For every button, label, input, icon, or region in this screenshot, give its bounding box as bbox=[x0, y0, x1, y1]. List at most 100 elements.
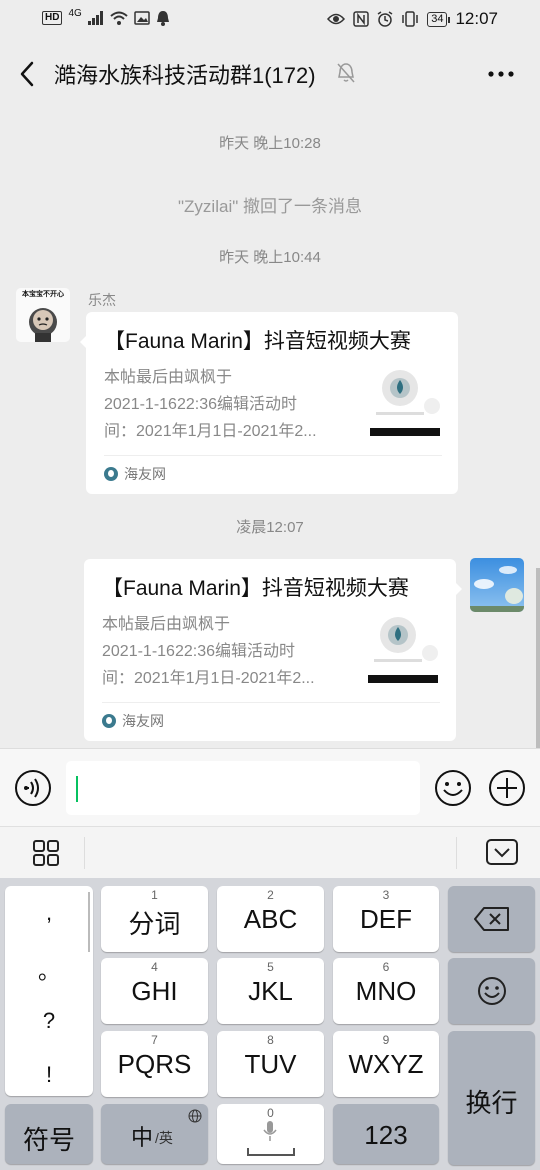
card-desc-line: 本帖最后由飒枫于 bbox=[102, 616, 231, 633]
key-label: GHI bbox=[131, 976, 178, 1006]
card-desc-line: 间：2021年1月1日-2021年2... bbox=[102, 670, 315, 687]
status-bar: HD 4G 34 12:07 bbox=[0, 0, 540, 40]
space-bar-indicator bbox=[247, 1148, 295, 1156]
backspace-key[interactable] bbox=[448, 886, 535, 952]
ime-menu-grid-icon[interactable] bbox=[32, 839, 60, 867]
punctuation-list[interactable]: , 。 ? ! bbox=[5, 886, 93, 1096]
network-label: 4G bbox=[68, 7, 82, 19]
language-switch-key[interactable]: 中 /英 bbox=[101, 1104, 208, 1164]
text-caret bbox=[76, 776, 78, 802]
punct-key[interactable]: ? bbox=[5, 1008, 93, 1034]
key-3[interactable]: 3 DEF bbox=[333, 886, 439, 952]
card-thumbnail-image bbox=[370, 364, 440, 436]
key-number: 1 bbox=[151, 888, 158, 902]
key-1[interactable]: 1 分词 bbox=[101, 886, 208, 952]
key-8[interactable]: 8 TUV bbox=[217, 1031, 324, 1097]
space-key[interactable]: 0 bbox=[217, 1104, 324, 1164]
card-title: 【Fauna Marin】抖音短视频大赛 bbox=[104, 330, 411, 353]
card-source: 海友网 bbox=[102, 702, 440, 731]
card-source-name: 海友网 bbox=[122, 713, 164, 729]
ime-toolbar bbox=[0, 826, 540, 878]
symbol-key[interactable]: 符号 bbox=[5, 1104, 93, 1164]
key-label: WXYZ bbox=[348, 1049, 424, 1079]
enter-key[interactable]: 换行 bbox=[448, 1031, 535, 1165]
voice-input-icon[interactable] bbox=[14, 769, 52, 807]
input-bar bbox=[0, 748, 540, 826]
card-source-name: 海友网 bbox=[124, 466, 166, 482]
punct-key[interactable]: , bbox=[5, 900, 93, 926]
key-4[interactable]: 4 GHI bbox=[101, 958, 208, 1024]
status-time: 12:07 bbox=[455, 9, 498, 28]
status-left: HD 4G bbox=[42, 7, 170, 26]
more-options-icon[interactable] bbox=[486, 62, 516, 86]
divider bbox=[84, 837, 85, 869]
emoji-key[interactable] bbox=[448, 958, 535, 1024]
back-icon[interactable] bbox=[16, 58, 40, 90]
globe-icon bbox=[188, 1109, 202, 1123]
key-number: 0 bbox=[267, 1106, 274, 1120]
link-card[interactable]: 【Fauna Marin】抖音短视频大赛 本帖最后由飒枫于 2021-1-162… bbox=[84, 559, 462, 741]
avatar-caption: 本宝宝不开心 bbox=[22, 291, 64, 298]
alarm-icon bbox=[377, 11, 393, 27]
key-9[interactable]: 9 WXYZ bbox=[333, 1031, 439, 1097]
lang-main: 中 bbox=[131, 1125, 154, 1150]
card-source: 海友网 bbox=[104, 455, 442, 484]
avatar[interactable]: 本宝宝不开心 bbox=[16, 288, 70, 342]
key-number: 5 bbox=[267, 960, 274, 974]
key-number: 3 bbox=[382, 888, 390, 902]
timestamp: 凌晨12:07 bbox=[236, 519, 304, 536]
key-number: 6 bbox=[382, 960, 390, 974]
key-number: 8 bbox=[267, 1033, 274, 1047]
vibrate-icon bbox=[402, 11, 418, 27]
image-icon bbox=[134, 11, 150, 25]
eye-icon bbox=[327, 13, 346, 25]
smiley-icon bbox=[478, 977, 506, 1005]
status-right: 34 12:07 bbox=[327, 9, 498, 29]
card-description: 本帖最后由飒枫于 2021-1-1622:36编辑活动时 间：2021年1月1日… bbox=[104, 364, 356, 445]
haiyou-logo-icon bbox=[102, 714, 116, 728]
backspace-icon bbox=[474, 907, 509, 931]
link-card[interactable]: 【Fauna Marin】抖音短视频大赛 本帖最后由飒枫于 2021-1-162… bbox=[80, 312, 458, 494]
key-number: 7 bbox=[151, 1033, 158, 1047]
card-title: 【Fauna Marin】抖音短视频大赛 bbox=[102, 577, 409, 600]
key-label: 符号 bbox=[22, 1125, 75, 1155]
key-label: DEF bbox=[360, 904, 412, 934]
notification-bell-icon bbox=[156, 11, 169, 26]
emoji-icon[interactable] bbox=[434, 769, 472, 807]
key-label: 分词 bbox=[128, 909, 181, 939]
punct-key[interactable]: ! bbox=[5, 1062, 93, 1088]
microphone-icon bbox=[263, 1121, 277, 1141]
chat-area[interactable]: 昨天 晚上10:28 "Zyzilai" 撤回了一条消息 昨天 晚上10:44 … bbox=[0, 108, 540, 748]
chat-scrollbar[interactable] bbox=[536, 568, 540, 748]
message-input[interactable] bbox=[66, 761, 420, 815]
battery-indicator: 34 bbox=[427, 11, 451, 27]
recall-notice: "Zyzilai" 撤回了一条消息 bbox=[178, 197, 362, 216]
chat-title: 澔海水族科技活动群1(172) bbox=[54, 63, 316, 88]
hide-keyboard-icon[interactable] bbox=[486, 839, 518, 867]
key-7[interactable]: 7 PQRS bbox=[101, 1031, 208, 1097]
hd-icon: HD bbox=[42, 11, 63, 25]
key-number: 4 bbox=[151, 960, 158, 974]
key-6[interactable]: 6 MNO bbox=[333, 958, 439, 1024]
mute-bell-icon bbox=[337, 63, 355, 83]
key-2[interactable]: 2 ABC bbox=[217, 886, 324, 952]
plus-icon[interactable] bbox=[488, 769, 526, 807]
numeric-key[interactable]: 123 bbox=[333, 1104, 439, 1164]
key-number: 9 bbox=[382, 1033, 390, 1047]
key-label: ABC bbox=[243, 904, 298, 934]
key-5[interactable]: 5 JKL bbox=[217, 958, 324, 1024]
sky-avatar-image bbox=[470, 558, 524, 612]
haiyou-logo-icon bbox=[104, 467, 118, 481]
signal-icon bbox=[87, 11, 103, 25]
punct-key[interactable]: 。 bbox=[5, 954, 93, 986]
my-avatar[interactable] bbox=[470, 558, 524, 612]
key-label: JKL bbox=[248, 976, 293, 1006]
keyboard: , 。 ? ! 1 分词 2 ABC 3 DEF 4 GHI 5 JKL 6 M… bbox=[0, 878, 540, 1170]
key-label: 123 bbox=[364, 1120, 408, 1150]
card-desc-line: 间：2021年1月1日-2021年2... bbox=[104, 423, 317, 440]
title-bar: 澔海水族科技活动群1(172) bbox=[0, 40, 540, 108]
card-description: 本帖最后由飒枫于 2021-1-1622:36编辑活动时 间：2021年1月1日… bbox=[102, 611, 354, 692]
divider bbox=[456, 837, 457, 869]
card-thumbnail-image bbox=[368, 611, 438, 683]
key-label: PQRS bbox=[117, 1049, 192, 1079]
